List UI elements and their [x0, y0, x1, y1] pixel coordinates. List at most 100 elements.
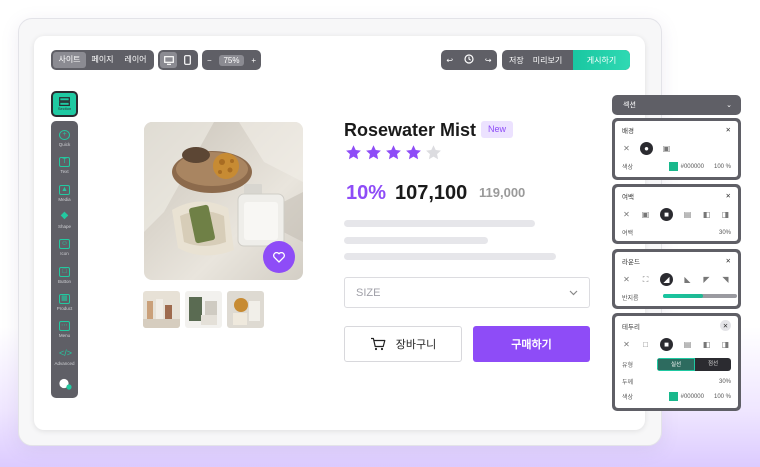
border-top-icon[interactable]: ■: [660, 338, 673, 351]
corner-bottom-left-icon[interactable]: ◤: [702, 275, 711, 284]
border-type-dashed[interactable]: 점선: [695, 358, 731, 371]
border-all-icon[interactable]: □: [641, 340, 650, 349]
heart-icon: [273, 251, 285, 263]
product-thumbnail[interactable]: [143, 291, 180, 328]
button-icon: □: [58, 266, 70, 277]
sidebar-item-advanced[interactable]: </> Advanced: [54, 343, 74, 370]
background-panel-title: 배경: [622, 128, 634, 135]
corner-top-left-icon[interactable]: ◢: [660, 273, 673, 286]
save-button[interactable]: 저장: [509, 55, 524, 66]
star-icon: [366, 145, 381, 160]
zoom-control: − 75% +: [202, 50, 261, 70]
border-bottom-icon[interactable]: ▤: [683, 340, 692, 349]
thickness-value[interactable]: 30%: [719, 379, 731, 385]
mobile-view-button[interactable]: [179, 52, 196, 68]
star-icon: [406, 145, 421, 160]
corner-bottom-right-icon[interactable]: ◥: [721, 275, 730, 284]
redo-icon[interactable]: ↪: [485, 56, 492, 65]
history-controls: ↩ ↪: [441, 50, 497, 70]
close-icon[interactable]: ✕: [726, 192, 731, 200]
menu-site[interactable]: 사이트: [53, 52, 86, 68]
chevron-down-icon: [569, 290, 578, 295]
device-toggle: [158, 50, 198, 70]
image-fill-icon[interactable]: ▣: [662, 144, 671, 153]
sidebar-item-label: Button: [57, 278, 71, 284]
opacity-value[interactable]: 100 %: [714, 164, 731, 170]
star-icon: [346, 145, 361, 160]
product-thumbnail[interactable]: [227, 291, 264, 328]
color-swatch[interactable]: [668, 162, 678, 171]
color-swatch[interactable]: [668, 392, 678, 401]
product-thumbnail[interactable]: [185, 291, 222, 328]
close-icon[interactable]: ✕: [720, 320, 731, 331]
zoom-in-button[interactable]: +: [251, 56, 256, 65]
border-right-icon[interactable]: ◨: [721, 340, 730, 349]
section-panel-header[interactable]: 섹션 ⌄: [612, 95, 741, 115]
zoom-out-button[interactable]: −: [207, 56, 212, 65]
corner-top-right-icon[interactable]: ◣: [683, 275, 692, 284]
preview-button[interactable]: 미리보기: [533, 55, 562, 66]
chat-button[interactable]: [58, 371, 72, 398]
border-type-label: 유형: [622, 363, 634, 369]
radius-slider-fill: [663, 294, 703, 298]
sidebar-item-product[interactable]: ▦ Product: [57, 289, 72, 316]
site-menu-toolbar: 사이트 페이지 레이어: [51, 50, 154, 70]
desktop-view-button[interactable]: [160, 52, 177, 68]
menu-layer[interactable]: 레이어: [119, 52, 152, 68]
opacity-value[interactable]: 100 %: [714, 394, 731, 400]
history-icon[interactable]: [464, 54, 474, 66]
undo-icon[interactable]: ↩: [446, 56, 453, 65]
close-icon[interactable]: ✕: [726, 126, 731, 134]
code-icon: </>: [58, 347, 72, 358]
mobile-icon: [184, 55, 191, 65]
margin-label: 여백: [622, 231, 634, 237]
none-option-icon[interactable]: ✕: [622, 275, 631, 284]
sidebar-item-shape[interactable]: ◆ Shape: [58, 207, 71, 234]
sidebar-section-button[interactable]: Section: [51, 91, 78, 117]
radius-label: 반지름: [622, 296, 639, 302]
product-icon: ▦: [58, 293, 70, 304]
margin-right-icon[interactable]: ◨: [721, 210, 730, 219]
description-placeholder-line: [344, 220, 535, 227]
sidebar-item-label: Text: [60, 169, 69, 175]
menu-page[interactable]: 페이지: [86, 52, 119, 68]
collapse-icon[interactable]: ⌄: [726, 101, 732, 109]
none-option-icon[interactable]: ✕: [622, 210, 631, 219]
sidebar-item-label: Advanced: [54, 360, 75, 366]
margin-value[interactable]: 30%: [719, 230, 731, 236]
corner-all-icon[interactable]: ⛶: [641, 275, 650, 284]
none-option-icon[interactable]: ✕: [622, 340, 631, 349]
sidebar-item-label: Media: [58, 196, 71, 202]
margin-left-icon[interactable]: ◧: [702, 210, 711, 219]
margin-top-icon[interactable]: ■: [660, 208, 673, 221]
radius-slider[interactable]: [663, 294, 737, 298]
border-type-solid[interactable]: 실선: [657, 358, 695, 371]
border-left-icon[interactable]: ◧: [702, 340, 711, 349]
color-fill-icon[interactable]: ●: [640, 142, 653, 155]
publish-toolbar: 저장 미리보기 게시하기: [502, 50, 630, 70]
section-icon: [59, 97, 70, 106]
add-to-cart-button[interactable]: 장바구니: [344, 326, 462, 362]
none-option-icon[interactable]: ✕: [622, 144, 631, 153]
color-hex[interactable]: #000000: [681, 394, 704, 400]
sidebar-item-text[interactable]: T Text: [59, 152, 70, 179]
cart-label: 장바구니: [395, 339, 437, 351]
color-hex[interactable]: #000000: [681, 164, 704, 170]
sidebar-item-icon[interactable]: ☺ Icon: [59, 234, 70, 261]
element-sidebar: + Quick T Text ▲ Media ◆ Shape ☺ Icon □ Button…: [51, 121, 78, 398]
sidebar-item-quick[interactable]: + Quick: [59, 125, 70, 152]
border-panel: 테두리 ✕ ✕ □ ■ ▤ ◧ ◨ 유형 실선 점선 두께 30% 색상 #000…: [612, 313, 741, 411]
sidebar-item-button[interactable]: □ Button: [58, 261, 71, 288]
discount-rate: 10%: [346, 182, 387, 204]
sidebar-item-media[interactable]: ▲ Media: [58, 180, 71, 207]
border-panel-title: 테두리: [622, 323, 640, 331]
close-icon[interactable]: ✕: [726, 257, 731, 265]
wishlist-button[interactable]: [263, 241, 295, 273]
size-select[interactable]: SIZE: [344, 277, 590, 308]
margin-bottom-icon[interactable]: ▤: [683, 210, 692, 219]
publish-button[interactable]: 게시하기: [573, 50, 630, 70]
buy-button[interactable]: 구매하기: [473, 326, 590, 362]
round-panel-title: 라운드: [622, 259, 640, 266]
sidebar-item-menu[interactable]: ⋯ Menu: [59, 316, 70, 343]
margin-all-icon[interactable]: ▣: [641, 210, 650, 219]
